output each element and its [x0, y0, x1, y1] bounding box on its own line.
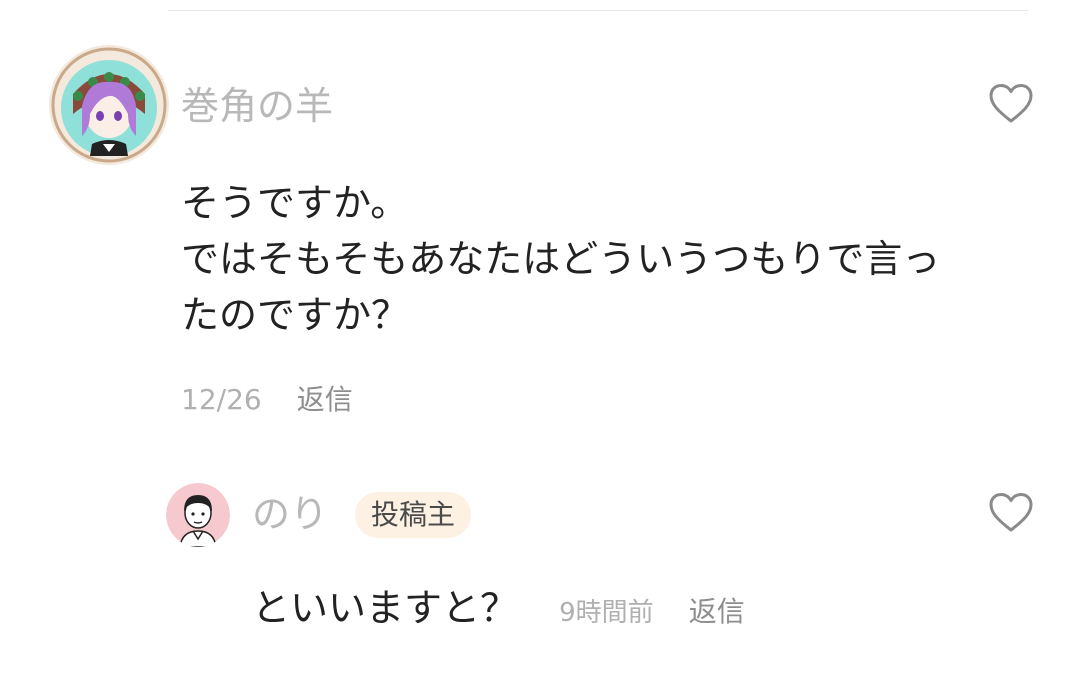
- reply-username[interactable]: のり: [252, 490, 328, 538]
- like-button[interactable]: [988, 492, 1034, 534]
- comment-meta: 12/26 返信: [181, 380, 353, 420]
- avatar[interactable]: [166, 483, 230, 547]
- comment-line: たのですか？: [181, 293, 410, 337]
- comment-date: 12/26: [181, 383, 262, 416]
- reply-text: といいますと？: [252, 586, 519, 630]
- comment-line: そうですか。: [181, 181, 409, 225]
- reply-button[interactable]: 返信: [297, 380, 353, 420]
- heart-outline-icon: [989, 493, 1033, 532]
- comment-thread: 巻角の羊 そうですか。 ではそもそもあなたはどういうつもりで言っ たのですか？ …: [0, 0, 1072, 699]
- comment-line: ではそもそもあなたはどういうつもりで言っ: [181, 237, 941, 281]
- heart-outline-icon: [989, 84, 1033, 123]
- avatar[interactable]: [48, 44, 170, 166]
- comment-body: そうですか。 ではそもそもあなたはどういうつもりで言っ たのですか？: [181, 175, 1041, 343]
- avatar-anime-girl-icon: [49, 45, 169, 165]
- avatar-man-icon: [166, 483, 230, 547]
- comment-username[interactable]: 巻角の羊: [181, 82, 333, 130]
- reply-row: といいますと？ 9時間前 返信: [252, 582, 745, 634]
- like-button[interactable]: [988, 83, 1034, 125]
- owner-badge: 投稿主: [355, 492, 472, 538]
- reply-button[interactable]: 返信: [689, 586, 745, 638]
- reply-time: 9時間前: [559, 598, 654, 628]
- divider: [168, 10, 1028, 11]
